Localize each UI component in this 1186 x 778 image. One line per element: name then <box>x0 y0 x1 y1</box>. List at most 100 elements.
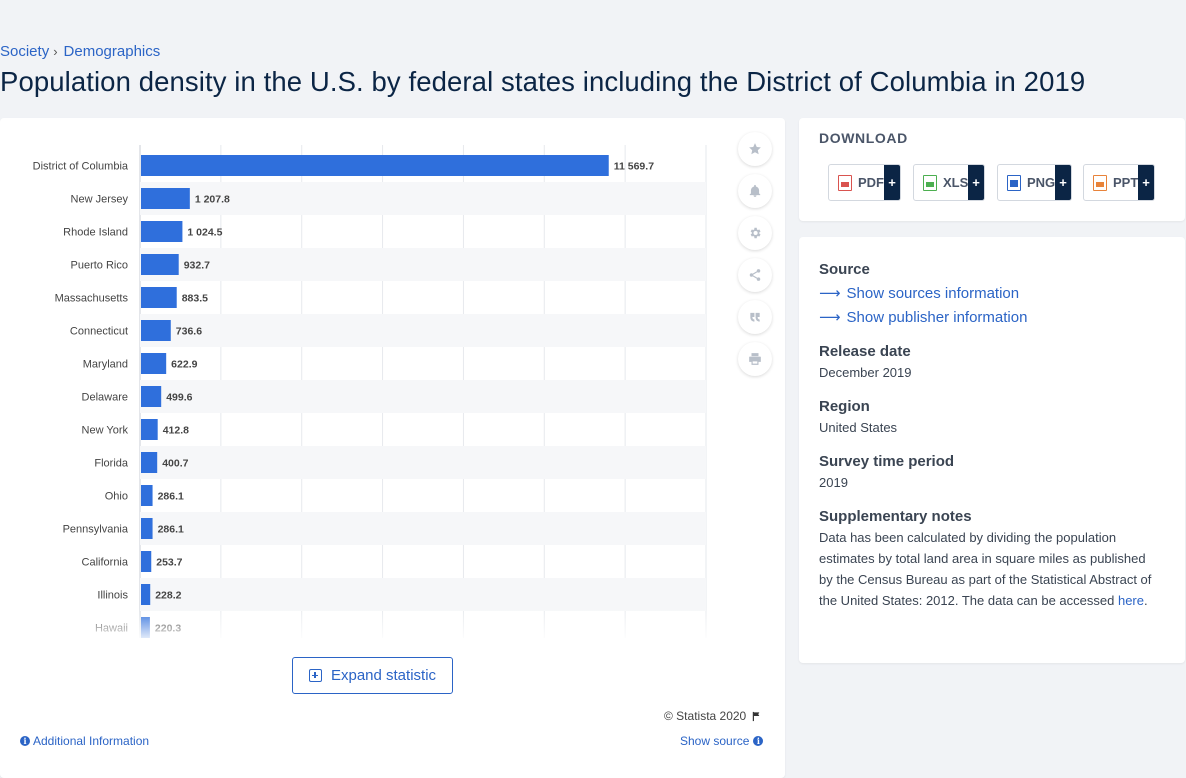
data-label: 883.5 <box>182 293 208 305</box>
survey-period-heading: Survey time period <box>819 453 955 470</box>
data-label: 286.1 <box>158 524 184 536</box>
bar <box>141 254 179 275</box>
chart-card: District of Columbia 11 569.7 New Jersey 1 … <box>0 118 785 778</box>
data-label: 1 024.5 <box>187 227 222 239</box>
region-value: United States <box>819 420 898 435</box>
info-icon: i <box>20 736 30 746</box>
supplementary-notes: Data has been calculated by dividing the… <box>819 527 1159 611</box>
row-stripe <box>140 380 706 413</box>
download-pdf-label: PDF <box>858 175 884 190</box>
bar <box>141 518 153 539</box>
pdf-file-icon <box>838 174 852 191</box>
data-label: 400.7 <box>162 458 188 470</box>
chart-toolbar <box>738 132 772 384</box>
data-label: 286.1 <box>158 491 184 503</box>
data-label: 412.8 <box>163 425 189 437</box>
png-plus-badge: + <box>1055 165 1071 200</box>
xls-file-icon <box>923 174 937 191</box>
quote-icon[interactable] <box>738 300 772 334</box>
category-label: New Jersey <box>71 194 129 206</box>
show-source-link[interactable]: Show source i <box>680 734 764 748</box>
row-stripe <box>140 314 706 347</box>
bar <box>141 188 190 209</box>
download-ppt-button[interactable]: PPT + <box>1083 164 1155 201</box>
show-publisher-label: Show publisher information <box>846 308 1028 326</box>
breadcrumb-demographics[interactable]: Demographics <box>64 43 161 60</box>
download-xls-button[interactable]: XLS + <box>913 164 985 201</box>
png-file-icon <box>1007 174 1021 191</box>
category-label: New York <box>82 425 129 437</box>
category-label: Massachusetts <box>55 293 129 305</box>
show-source-label: Show source <box>680 734 750 748</box>
source-heading: Source <box>819 261 870 278</box>
notes-end: . <box>1144 593 1148 608</box>
copyright-text: © Statista 2020 <box>664 709 747 723</box>
bar <box>141 287 177 308</box>
category-label: Florida <box>94 458 129 470</box>
expand-statistic-button[interactable]: Expand statistic <box>292 657 453 694</box>
breadcrumb-separator: › <box>53 44 58 59</box>
category-label: Ohio <box>105 491 128 503</box>
bar <box>141 452 158 473</box>
pdf-plus-badge: + <box>884 165 900 200</box>
ppt-file-icon <box>1093 174 1107 191</box>
metadata-card: Source ⟶ Show sources information ⟶ Show… <box>799 237 1185 663</box>
row-stripe <box>140 512 706 545</box>
flag-icon[interactable] <box>752 711 763 722</box>
print-icon[interactable] <box>738 342 772 376</box>
bar <box>141 320 171 341</box>
share-icon[interactable] <box>738 258 772 292</box>
data-label: 228.2 <box>155 590 181 602</box>
row-stripe <box>140 578 706 611</box>
breadcrumb: Society › Demographics <box>0 43 160 60</box>
show-sources-link[interactable]: ⟶ Show sources information <box>819 284 1020 303</box>
bar <box>141 419 158 440</box>
bar-chart: District of Columbia 11 569.7 New Jersey 1 … <box>0 145 730 638</box>
expand-statistic-label: Expand statistic <box>330 667 437 684</box>
bell-icon[interactable] <box>738 174 772 208</box>
data-label: 253.7 <box>156 557 182 569</box>
notes-here-link[interactable]: here <box>1118 593 1144 608</box>
page-title: Population density in the U.S. by federa… <box>0 66 1086 97</box>
download-xls-label: XLS <box>943 175 969 190</box>
data-label: 11 569.7 <box>614 161 654 173</box>
data-label: 1 207.8 <box>195 194 230 206</box>
bar <box>141 485 153 506</box>
row-stripe <box>140 248 706 281</box>
breadcrumb-society[interactable]: Society <box>0 43 49 60</box>
category-label: California <box>82 557 129 569</box>
data-label: 736.6 <box>176 326 202 338</box>
survey-period-value: 2019 <box>819 475 848 490</box>
star-icon[interactable] <box>738 132 772 166</box>
ppt-plus-badge: + <box>1138 165 1154 200</box>
notes-text: Data has been calculated by dividing the… <box>819 530 1152 608</box>
category-label: Connecticut <box>70 326 128 338</box>
release-date-value: December 2019 <box>819 365 912 380</box>
gear-icon[interactable] <box>738 216 772 250</box>
bar <box>141 353 167 374</box>
top-bar <box>0 0 1186 34</box>
category-label: Rhode Island <box>63 227 128 239</box>
copyright: © Statista 2020 <box>664 709 763 723</box>
additional-information-link[interactable]: i Additional Information <box>20 734 149 748</box>
data-label: 499.6 <box>166 392 192 404</box>
show-sources-label: Show sources information <box>846 284 1020 302</box>
category-label: District of Columbia <box>33 161 129 173</box>
category-label: Maryland <box>83 359 128 371</box>
additional-information-label: Additional Information <box>33 734 150 748</box>
row-stripe <box>140 446 706 479</box>
arrow-right-icon: ⟶ <box>819 309 841 326</box>
download-png-label: PNG <box>1027 175 1056 190</box>
bar <box>141 551 152 572</box>
release-date-heading: Release date <box>819 343 911 360</box>
category-label: Delaware <box>82 392 128 404</box>
chart-fade <box>0 608 730 638</box>
bar <box>141 386 162 407</box>
data-label: 622.9 <box>171 359 197 371</box>
plus-square-icon <box>308 669 322 682</box>
download-pdf-button[interactable]: PDF + <box>828 164 901 201</box>
arrow-right-icon: ⟶ <box>819 285 841 302</box>
download-png-button[interactable]: PNG + <box>997 164 1072 201</box>
category-label: Puerto Rico <box>71 260 128 272</box>
show-publisher-link[interactable]: ⟶ Show publisher information <box>819 308 1028 327</box>
